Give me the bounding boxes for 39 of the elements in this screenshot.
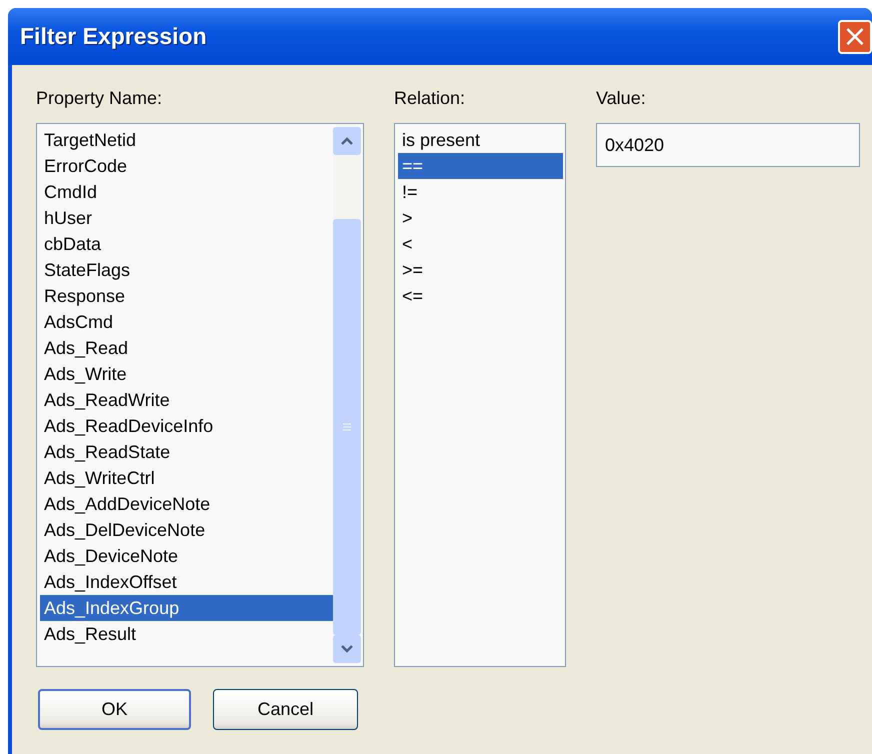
field-label: Relation: [394,87,466,110]
list-item[interactable]: Ads_AddDeviceNote [40,491,333,517]
list-item[interactable]: Ads_DeviceNote [40,543,333,569]
field-label: Value: [596,87,647,110]
list-item[interactable]: Ads_ReadWrite [40,387,333,413]
list-item[interactable]: Ads_IndexOffset [40,569,333,595]
list-item[interactable]: Ads_WriteCtrl [40,465,333,491]
value-field[interactable]: 0x4020 [596,123,860,167]
list-item[interactable]: Ads_Read [40,335,333,361]
list-item[interactable]: AdsCmd [40,309,333,335]
grip-icon [343,423,351,431]
list-item[interactable]: == [398,153,563,179]
list-item[interactable]: Response [40,283,333,309]
list-item[interactable]: Ads_Write [40,361,333,387]
window-title: Filter Expression [20,23,207,50]
list-item[interactable]: > [398,205,563,231]
close-button[interactable]: × [838,20,872,54]
list-item[interactable]: Ads_ReadDeviceInfo [40,413,333,439]
list-item[interactable]: is present [398,127,563,153]
list-item[interactable]: <= [398,283,563,309]
cancel-button[interactable]: Cancel [213,689,358,730]
list-item[interactable]: hUser [40,205,333,231]
list-item[interactable]: CmdId [40,179,333,205]
ok-button[interactable]: OK [38,689,191,730]
relation-list[interactable]: is present == != > < >= <= [394,123,566,667]
list-item[interactable]: TargetNetid [40,127,333,153]
scrollbar-thumb[interactable] [333,219,361,635]
list-item[interactable]: Ads_Result [40,621,333,647]
list-item[interactable]: Ads_DelDeviceNote [40,517,333,543]
list-item[interactable]: StateFlags [40,257,333,283]
property-list[interactable] [36,123,364,667]
list-item[interactable]: >= [398,257,563,283]
list-item[interactable]: Ads_IndexGroup [40,595,333,621]
list-item[interactable]: ErrorCode [40,153,333,179]
list-item[interactable]: cbData [40,231,333,257]
list-item[interactable]: < [398,231,563,257]
list-item[interactable]: Ads_ReadState [40,439,333,465]
list-item[interactable]: != [398,179,563,205]
field-label: Property Name: [36,87,164,110]
